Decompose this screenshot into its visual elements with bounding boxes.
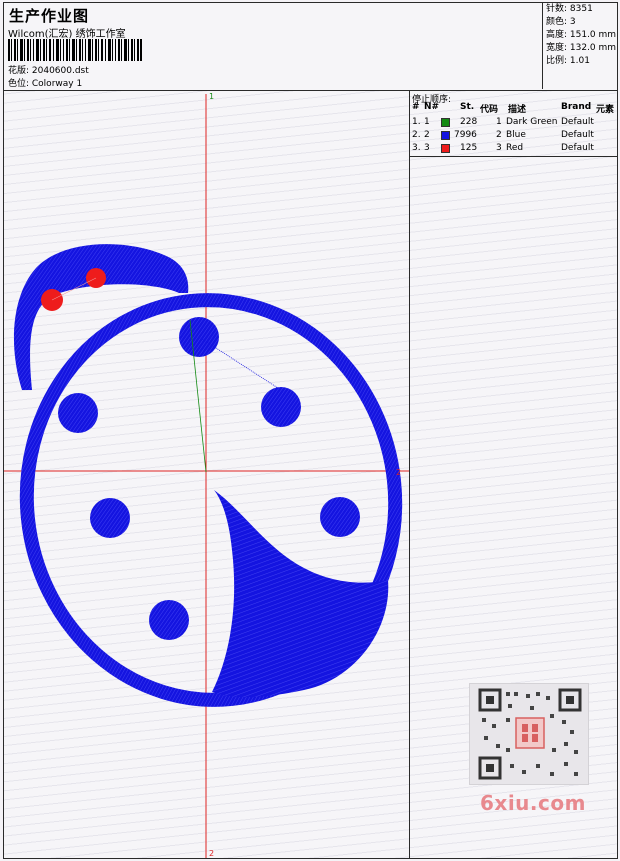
seal-icon	[515, 717, 545, 749]
design-height: 高度: 151.0 mm	[546, 30, 617, 40]
stats-panel: 针数: 8351 颜色: 3 高度: 151.0 mm 宽度: 132.0 mm…	[542, 3, 618, 89]
thread-swatch	[441, 131, 450, 140]
row-num: 1.	[412, 117, 421, 127]
colorway-label: 色位: Colorway 1	[8, 79, 83, 89]
sheet-header: 生产作业图 Wilcom(汇宏) 绣饰工作室 花版: 2040600.dst 色…	[4, 3, 617, 91]
company-name: Wilcom(汇宏) 绣饰工作室	[8, 29, 126, 40]
qr-code-icon	[478, 688, 582, 780]
col-brand: Brand	[561, 102, 592, 112]
stop-sequence-panel: 停止顺序: # N# St. 代码 描述 Brand 元素 1. 1 228 1…	[410, 90, 617, 157]
row-desc: Dark Green	[506, 117, 558, 127]
col-code: 代码	[480, 105, 499, 115]
col-st: St.	[460, 102, 475, 112]
row-no: 3	[424, 143, 430, 153]
row-stitches: 125	[460, 143, 478, 153]
body-spot	[261, 387, 301, 427]
color-count: 颜色: 3	[546, 17, 576, 27]
table-row: 1. 1 228 1 Dark Green Default	[410, 117, 617, 130]
row-brand: Default	[561, 143, 594, 153]
stitch-count: 针数: 8351	[546, 4, 593, 14]
stop-sequence-header: # N# St. 代码 描述 Brand 元素	[410, 102, 617, 115]
row-brand: Default	[561, 117, 594, 127]
row-stitches: 228	[460, 117, 478, 127]
row-code: 3	[496, 143, 502, 153]
blue-jump-stitch	[198, 336, 282, 391]
barcode	[8, 39, 142, 61]
row-code: 2	[496, 130, 502, 140]
ladybug-wing	[212, 490, 389, 698]
body-spot	[320, 497, 360, 537]
row-num: 2.	[412, 130, 421, 140]
design-file-label: 花版: 2040600.dst	[8, 66, 89, 76]
body-spot	[58, 393, 98, 433]
row-brand: Default	[561, 130, 594, 140]
qr-code-watermark	[469, 683, 589, 785]
body-spot	[149, 600, 189, 640]
table-row: 2. 2 7996 2 Blue Default	[410, 130, 617, 143]
col-desc: 描述	[508, 105, 527, 115]
ladybug-head	[13, 244, 189, 390]
row-code: 1	[496, 117, 502, 127]
thread-swatch	[441, 144, 450, 153]
design-preview: 1 2 2	[4, 90, 410, 858]
sheet-title: 生产作业图	[9, 7, 90, 25]
row-no: 2	[424, 130, 430, 140]
row-num: 3.	[412, 143, 421, 153]
design-scale: 比例: 1.01	[546, 56, 590, 66]
watermark-text: 6xiu.com	[480, 791, 586, 815]
design-width: 宽度: 132.0 mm	[546, 43, 617, 53]
axis-label-right: 2	[396, 468, 401, 477]
row-desc: Blue	[506, 130, 526, 140]
col-no: N#	[424, 102, 440, 112]
col-element: 元素	[596, 105, 615, 115]
embroidery-drawing: 1 2 2	[4, 92, 409, 858]
axis-label-top: 1	[209, 92, 214, 101]
axis-label-bottom: 2	[209, 849, 214, 858]
body-spot	[90, 498, 130, 538]
thread-swatch	[441, 118, 450, 127]
production-sheet: 生产作业图 Wilcom(汇宏) 绣饰工作室 花版: 2040600.dst 色…	[3, 2, 618, 859]
row-stitches: 7996	[454, 130, 477, 140]
row-no: 1	[424, 117, 430, 127]
table-row: 3. 3 125 3 Red Default	[410, 143, 617, 156]
row-desc: Red	[506, 143, 524, 153]
col-num: #	[412, 102, 420, 112]
